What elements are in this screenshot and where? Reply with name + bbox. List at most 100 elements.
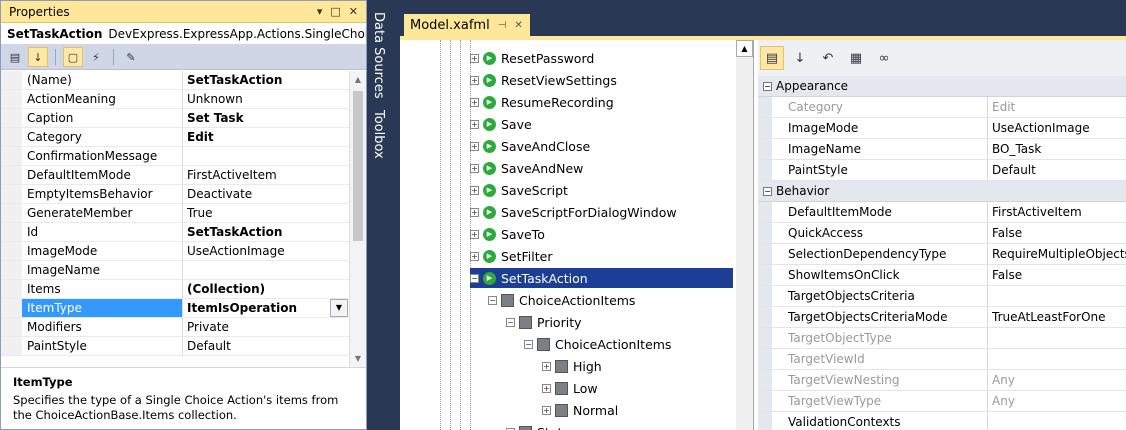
scroll-up-icon[interactable]: ▲	[736, 40, 753, 57]
tree-node[interactable]: − ChoiceActionItems	[524, 334, 671, 354]
tree-node-action[interactable]: + ▶ Save	[470, 114, 532, 134]
chevron-down-icon[interactable]: ▼	[330, 299, 348, 317]
maximize-icon[interactable]: □	[330, 5, 340, 18]
property-row[interactable]: ImageName	[1, 261, 366, 280]
property-row[interactable]: Modifiers Private	[1, 318, 366, 337]
tree-node[interactable]: + Low	[542, 378, 598, 398]
expand-icon[interactable]: +	[470, 251, 479, 261]
expand-icon[interactable]: +	[470, 163, 479, 173]
property-value[interactable]: False	[988, 265, 1126, 285]
property-value[interactable]: Edit	[988, 97, 1126, 117]
property-value[interactable]: Edit	[183, 128, 348, 146]
property-value[interactable]: False	[988, 223, 1126, 243]
tree-node-action[interactable]: + ▶ SaveScript	[470, 180, 568, 200]
category-header[interactable]: − Behavior	[758, 181, 1126, 202]
property-pages-icon[interactable]: ✎	[121, 47, 141, 67]
property-value[interactable]: True	[183, 204, 348, 222]
expand-icon[interactable]: +	[542, 405, 551, 415]
model-property-row[interactable]: TargetViewId	[758, 349, 1126, 370]
property-value[interactable]: UseActionImage	[988, 118, 1126, 138]
model-property-row[interactable]: DefaultItemMode FirstActiveItem	[758, 202, 1126, 223]
tree-node-action[interactable]: + ▶ ResumeRecording	[470, 92, 614, 112]
model-property-row[interactable]: ValidationContexts	[758, 412, 1126, 430]
link-icon[interactable]: ∞	[872, 46, 896, 70]
expand-icon[interactable]: −	[524, 339, 533, 349]
property-value[interactable]	[988, 412, 1126, 430]
tree-node-action[interactable]: + ▶ SaveTo	[470, 224, 545, 244]
alphabetical-icon[interactable]: ↓	[28, 47, 48, 67]
property-value[interactable]: FirstActiveItem	[183, 166, 348, 184]
expand-icon[interactable]: −	[470, 273, 479, 283]
model-property-row[interactable]: TargetViewType Any	[758, 391, 1126, 412]
property-value[interactable]: UseActionImage	[183, 242, 348, 260]
property-row[interactable]: EmptyItemsBehavior Deactivate	[1, 185, 366, 204]
property-row[interactable]: Items (Collection)	[1, 280, 366, 299]
tree-node-action[interactable]: + ▶ ResetPassword	[470, 48, 594, 68]
expand-icon[interactable]: +	[542, 383, 551, 393]
tree-node[interactable]: +Status	[506, 422, 577, 430]
expand-icon[interactable]: −	[506, 317, 515, 327]
object-selector[interactable]: SetTaskAction DevExpress.ExpressApp.Acti…	[1, 23, 366, 45]
property-row[interactable]: PaintStyle Default	[1, 337, 366, 356]
tree-node[interactable]: + Normal	[542, 400, 618, 420]
property-row[interactable]: DefaultItemMode FirstActiveItem	[1, 166, 366, 185]
property-value[interactable]: SetTaskAction	[183, 223, 348, 241]
property-value[interactable]: (Collection)	[183, 280, 348, 298]
property-grid-scrollbar[interactable]: ▲ ▼	[349, 71, 366, 367]
events-icon[interactable]: ⚡	[86, 47, 106, 67]
model-property-row[interactable]: SelectionDependencyType RequireMultipleOb…	[758, 244, 1126, 265]
property-row[interactable]: ImageMode UseActionImage	[1, 242, 366, 261]
dropdown-icon[interactable]: ▾	[317, 5, 323, 18]
model-property-row[interactable]: ShowItemsOnClick False	[758, 265, 1126, 286]
expand-icon[interactable]: −	[488, 295, 497, 305]
tree-node[interactable]: + High	[542, 356, 602, 376]
model-property-row[interactable]: TargetObjectsCriteria	[758, 286, 1126, 307]
grid-icon[interactable]: ▦	[844, 46, 868, 70]
property-value[interactable]: Deactivate	[183, 185, 348, 203]
tree-node-action[interactable]: − ▶ SetTaskAction	[470, 268, 733, 288]
expand-icon[interactable]: +	[542, 361, 551, 371]
property-value[interactable]: TrueAtLeastForOne	[988, 307, 1126, 327]
categorized-icon[interactable]: ▤	[760, 46, 784, 70]
model-property-row[interactable]: ImageName BO_Task	[758, 139, 1126, 160]
model-property-row[interactable]: PaintStyle Default	[758, 160, 1126, 181]
tree-node-action[interactable]: + ▶ ResetViewSettings	[470, 70, 617, 90]
property-value[interactable]: Default	[988, 160, 1126, 180]
property-value[interactable]: Unknown	[183, 90, 348, 108]
scroll-up-icon[interactable]: ▲	[350, 71, 366, 88]
property-value[interactable]: RequireMultipleObjects	[988, 244, 1126, 264]
property-value[interactable]	[988, 328, 1126, 348]
property-row[interactable]: Caption Set Task	[1, 109, 366, 128]
tree-node-action[interactable]: + ▶ SaveAndNew	[470, 158, 583, 178]
property-value[interactable]	[988, 286, 1126, 306]
property-value[interactable]	[183, 261, 348, 279]
model-property-row[interactable]: Category Edit	[758, 97, 1126, 118]
property-row[interactable]: ItemType ItemIsOperation ▼	[1, 299, 366, 318]
tree-node[interactable]: − Priority	[506, 312, 582, 332]
property-value[interactable]: Set Task	[183, 109, 348, 127]
property-value[interactable]: Any	[988, 391, 1126, 411]
scroll-thumb[interactable]	[353, 91, 363, 241]
collapse-icon[interactable]: −	[763, 81, 772, 91]
close-icon[interactable]: ✕	[349, 5, 358, 18]
tree-node-action[interactable]: + ▶ SaveAndClose	[470, 136, 590, 156]
tree-node-action[interactable]: + ▶ SetFilter	[470, 246, 552, 266]
expand-icon[interactable]: +	[470, 97, 479, 107]
tab-data-sources[interactable]: Data Sources	[371, 12, 386, 99]
expand-icon[interactable]: +	[470, 75, 479, 85]
property-row[interactable]: (Name) SetTaskAction	[1, 71, 366, 90]
property-value[interactable]: BO_Task	[988, 139, 1126, 159]
property-value[interactable]: FirstActiveItem	[988, 202, 1126, 222]
alphabetical-icon[interactable]: ↓	[788, 46, 812, 70]
undo-icon[interactable]: ↶	[816, 46, 840, 70]
expand-icon[interactable]: +	[470, 207, 479, 217]
property-row[interactable]: Category Edit	[1, 128, 366, 147]
expand-icon[interactable]: +	[470, 53, 479, 63]
property-value[interactable]: Private	[183, 318, 348, 336]
scroll-down-icon[interactable]: ▼	[350, 350, 366, 367]
property-value[interactable]: ItemIsOperation ▼	[183, 299, 348, 317]
property-row[interactable]: ConfirmationMessage	[1, 147, 366, 166]
tree-scrollbar[interactable]: ▲	[736, 40, 753, 430]
tree-node-action[interactable]: + ▶ SaveScriptForDialogWindow	[470, 202, 677, 222]
category-header[interactable]: − Appearance	[758, 76, 1126, 97]
